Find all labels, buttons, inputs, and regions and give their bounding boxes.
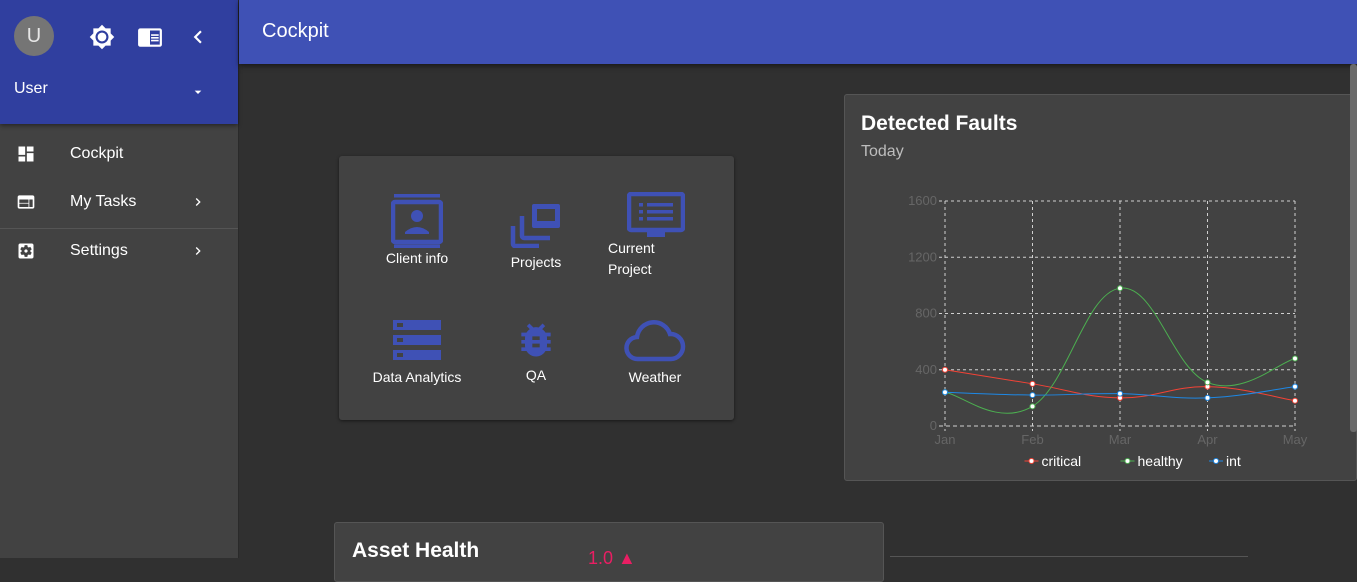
tile-label: QA xyxy=(525,367,547,383)
sidebar-item-label: Cockpit xyxy=(70,145,124,162)
tile-label: Weather xyxy=(628,369,682,385)
data-point-healthy xyxy=(1292,355,1298,362)
chevron-right-icon xyxy=(195,198,201,206)
asset-health-value: 1.0 ▲ xyxy=(588,548,636,568)
settings-applications-icon xyxy=(18,243,34,259)
legend-marker-healthy xyxy=(1124,458,1131,464)
data-point-int xyxy=(1204,394,1211,401)
sidebar-item-label: Settings xyxy=(70,242,128,259)
tile-client-info[interactable]: Client info xyxy=(357,194,477,269)
data-analytics-icon xyxy=(393,320,441,360)
chevron-left-icon[interactable] xyxy=(185,24,211,50)
data-point-int xyxy=(1029,392,1036,399)
page-title: Cockpit xyxy=(262,20,329,42)
quick-access-card: Client info Projects Current Project Dat… xyxy=(339,156,734,420)
asset-health-title: Asset Health xyxy=(352,539,480,562)
detected-faults-chart: 0 400 800 1200 1600 Jan Feb Mar Apr May critical he… xyxy=(908,193,1308,469)
x-tick-label: Mar xyxy=(1109,432,1132,447)
user-name: User xyxy=(14,80,48,97)
chevron-right-icon xyxy=(195,247,201,255)
y-tick-label: 1200 xyxy=(908,249,937,264)
data-point-critical xyxy=(1029,380,1036,387)
sidebar-header: U User xyxy=(0,0,238,124)
y-tick-label: 0 xyxy=(930,418,937,433)
y-tick-label: 400 xyxy=(915,362,937,377)
sidebar: U User Cockpit My Tasks Settings xyxy=(0,0,239,558)
data-point-critical xyxy=(942,366,948,373)
scrollbar[interactable] xyxy=(1350,64,1357,432)
x-tick-label: Feb xyxy=(1021,432,1043,447)
legend-label-critical: critical xyxy=(1042,453,1082,469)
tile-label: Data Analytics xyxy=(372,369,462,385)
legend-marker-int xyxy=(1213,458,1219,464)
tile-label: Current Project xyxy=(608,240,655,277)
data-point-int xyxy=(1117,390,1123,397)
asset-health-card: Asset Health 1.0 ▲ xyxy=(334,522,884,582)
dashboard-icon xyxy=(18,146,34,162)
legend-label-healthy: healthy xyxy=(1138,453,1183,469)
tile-data-analytics[interactable]: Data Analytics xyxy=(357,320,477,388)
data-point-healthy xyxy=(1117,285,1123,292)
sidebar-item-my-tasks[interactable]: My Tasks xyxy=(0,179,238,225)
tile-label: Projects xyxy=(510,254,562,270)
sidebar-item-label: My Tasks xyxy=(70,193,137,210)
data-point-healthy xyxy=(1029,403,1036,410)
projects-icon xyxy=(510,204,560,248)
detected-faults-card: Detected Faults Today 0 400 800 1200 1600 Jan… xyxy=(844,94,1357,481)
chrome-reader-mode-icon[interactable] xyxy=(137,24,163,50)
tile-label: Client info xyxy=(385,250,449,266)
sidebar-item-cockpit[interactable]: Cockpit xyxy=(0,131,238,177)
caret-down-icon[interactable] xyxy=(190,84,206,100)
y-tick-label: 1600 xyxy=(908,193,937,208)
x-tick-label: Jan xyxy=(935,432,956,447)
brightness-icon[interactable] xyxy=(89,24,115,50)
x-tick-label: May xyxy=(1283,432,1308,447)
cloud-icon xyxy=(624,320,686,362)
top-app-bar: Cockpit xyxy=(239,0,1357,64)
x-tick-label: Apr xyxy=(1197,432,1218,447)
web-icon xyxy=(17,195,35,209)
sidebar-item-settings[interactable]: Settings xyxy=(0,228,238,274)
legend-label-int: int xyxy=(1226,453,1241,469)
tile-weather[interactable]: Weather xyxy=(595,320,715,388)
y-tick-label: 800 xyxy=(915,306,937,321)
tile-current-project[interactable]: Current Project xyxy=(595,192,715,280)
legend-marker-critical xyxy=(1028,458,1035,464)
data-point-critical xyxy=(1292,397,1298,404)
data-point-int xyxy=(1292,383,1298,390)
data-point-int xyxy=(942,389,948,396)
tile-projects[interactable]: Projects xyxy=(476,202,596,273)
bug-icon xyxy=(521,323,551,357)
client-info-icon xyxy=(391,194,443,248)
data-point-healthy xyxy=(1204,379,1211,386)
avatar[interactable]: U xyxy=(14,16,54,56)
tile-qa[interactable]: QA xyxy=(476,318,596,386)
monitor-icon xyxy=(627,192,685,237)
